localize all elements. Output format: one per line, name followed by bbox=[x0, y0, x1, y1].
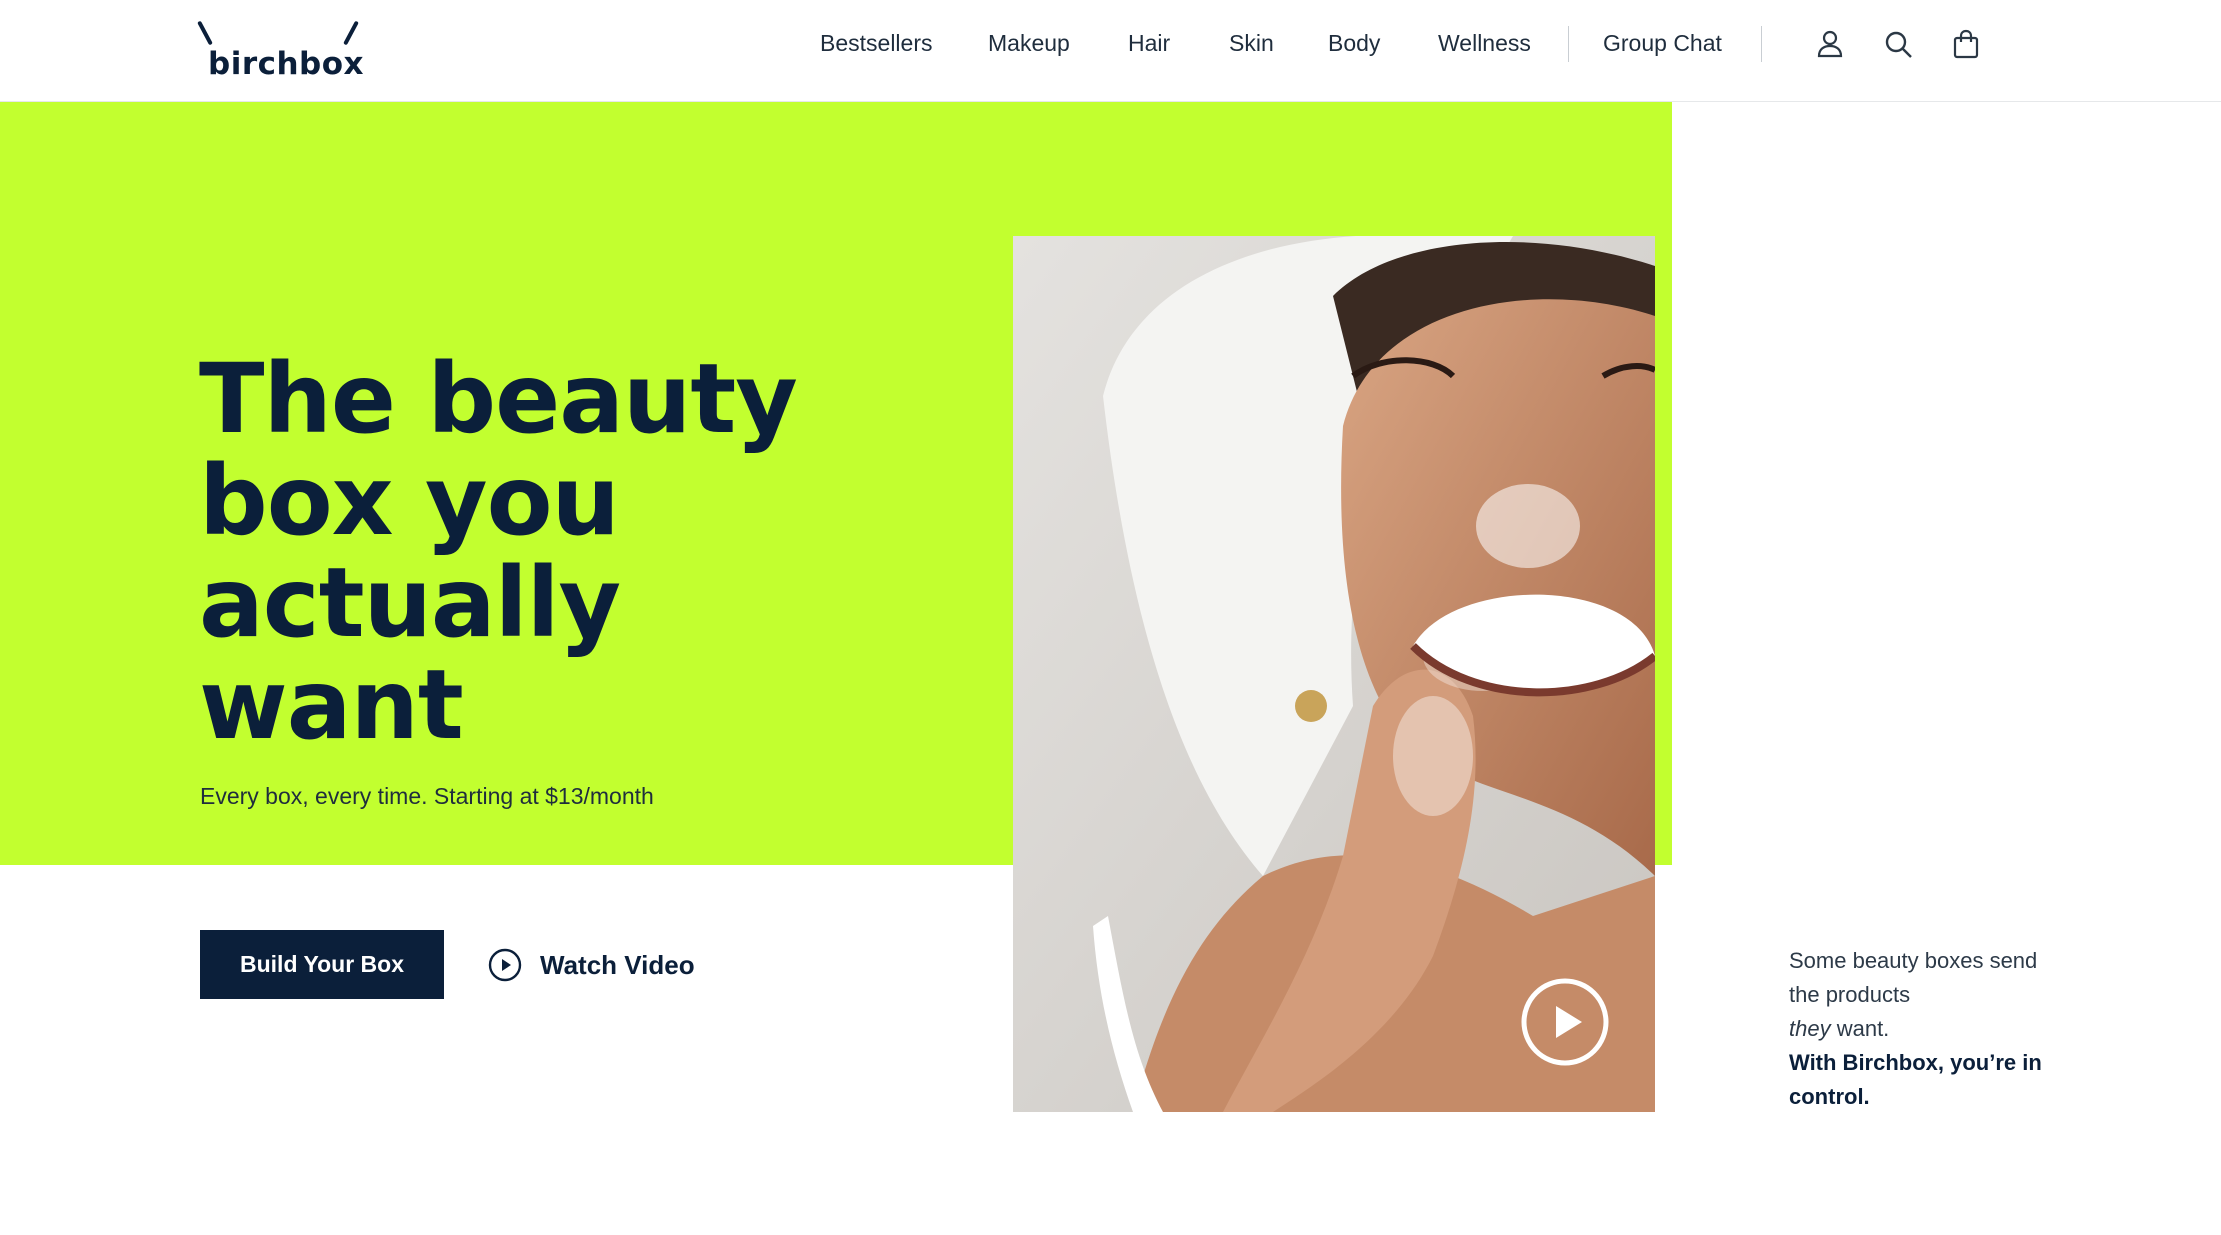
side-copy-bold: With Birchbox, you’re in control. bbox=[1789, 1050, 2042, 1109]
side-copy: Some beauty boxes send the products they… bbox=[1789, 944, 2049, 1114]
play-circle-icon bbox=[488, 948, 522, 982]
logo-wordmark: birchbox bbox=[208, 46, 365, 82]
side-copy-line1: Some beauty boxes send the products bbox=[1789, 948, 2038, 1007]
watch-video-label: Watch Video bbox=[540, 949, 695, 980]
nav-item-bestsellers[interactable]: Bestsellers bbox=[820, 30, 932, 57]
birchbox-logo[interactable]: birchbox bbox=[197, 18, 364, 84]
nav-divider bbox=[1761, 26, 1762, 62]
nav-item-body[interactable]: Body bbox=[1328, 30, 1380, 57]
watch-video-link[interactable]: Watch Video bbox=[488, 945, 695, 985]
nav-divider bbox=[1568, 26, 1569, 62]
side-copy-emphasis: they bbox=[1789, 1016, 1831, 1041]
hero-headline: The beauty box you actually want bbox=[199, 343, 798, 761]
build-your-box-button[interactable]: Build Your Box bbox=[200, 930, 444, 999]
nav-item-group-chat[interactable]: Group Chat bbox=[1603, 30, 1722, 57]
nav-item-makeup[interactable]: Makeup bbox=[988, 30, 1070, 57]
logo-slash-right bbox=[343, 20, 359, 46]
page: birchbox Bestsellers Makeup Hair Skin Bo… bbox=[0, 0, 2221, 1235]
side-copy-line2: want. bbox=[1830, 1016, 1890, 1041]
nav-item-wellness[interactable]: Wellness bbox=[1438, 30, 1531, 57]
site-header: birchbox Bestsellers Makeup Hair Skin Bo… bbox=[0, 0, 2221, 102]
nav-item-hair[interactable]: Hair bbox=[1128, 30, 1170, 57]
nav-item-skin[interactable]: Skin bbox=[1229, 30, 1274, 57]
shopping-bag-icon[interactable] bbox=[1950, 28, 1982, 60]
logo-slash-left bbox=[197, 20, 213, 46]
account-icon[interactable] bbox=[1814, 28, 1846, 60]
play-video-icon[interactable] bbox=[1520, 977, 1610, 1067]
search-icon[interactable] bbox=[1882, 28, 1914, 60]
hero-subhead: Every box, every time. Starting at $13/m… bbox=[200, 783, 654, 809]
